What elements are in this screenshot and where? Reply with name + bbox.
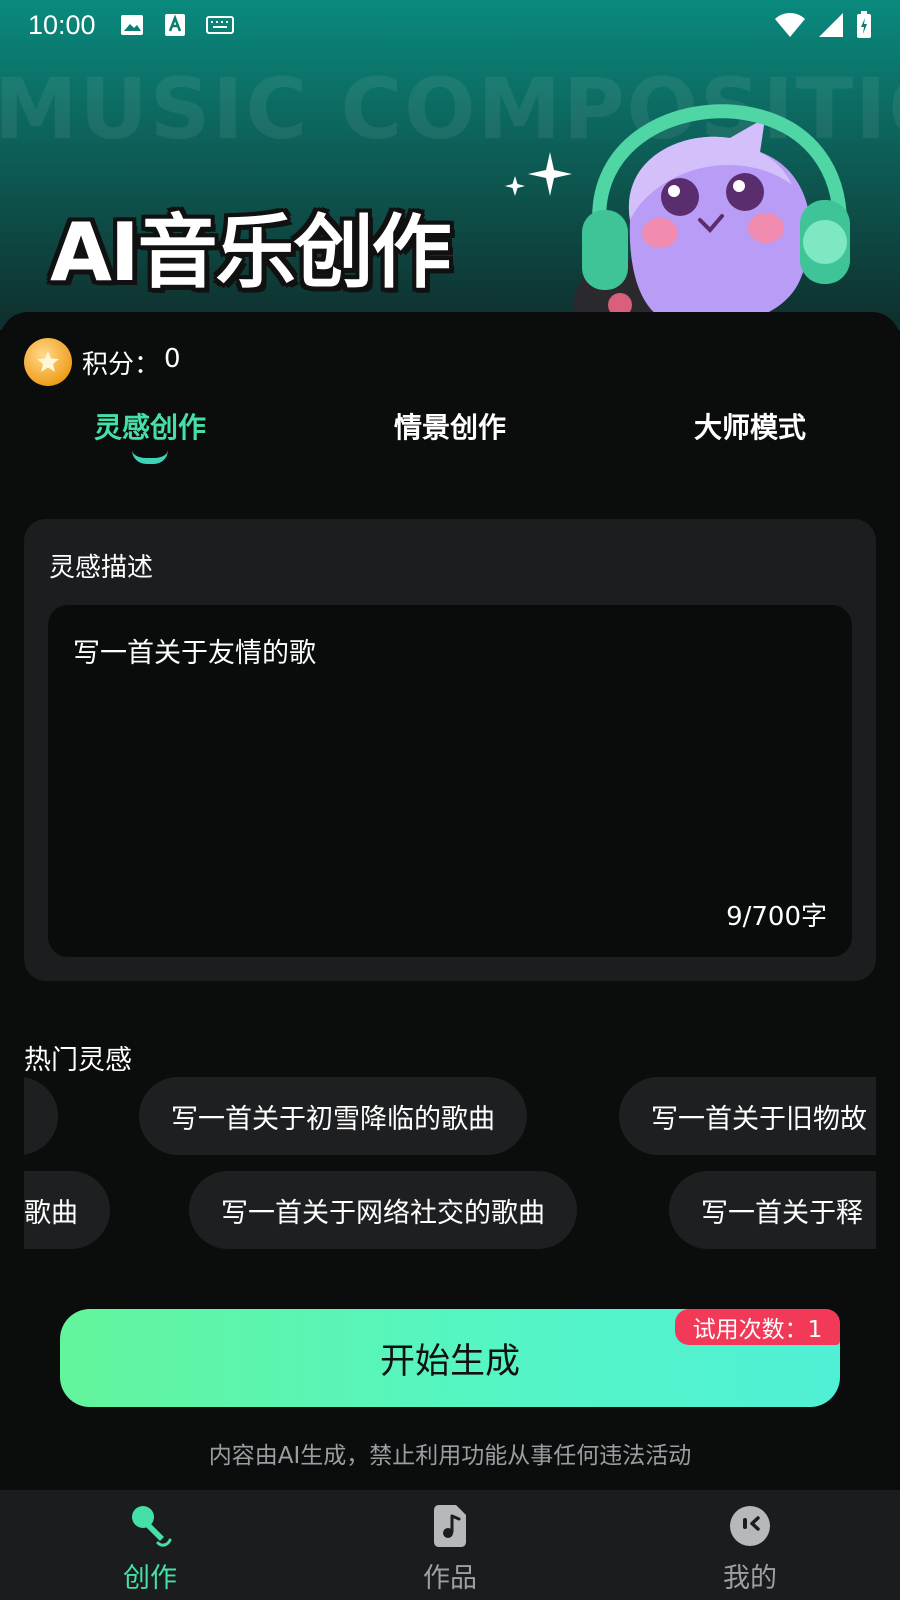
tab-inspiration-label: 灵感创作 xyxy=(93,411,206,444)
hero-title: AI音乐创作 xyxy=(50,206,452,299)
tab-inspiration[interactable]: 灵感创作 xyxy=(0,402,300,472)
character-count: 9/700字 xyxy=(726,902,827,932)
nav-works[interactable]: 作品 xyxy=(300,1490,600,1600)
active-tab-indicator xyxy=(132,450,168,464)
main-panel: 积分： 0 灵感创作 情景创作 大师模式 灵感描述 写一首关于友情的歌 9/70… xyxy=(0,312,900,1492)
hot-inspiration-title: 热门灵感 xyxy=(24,1045,132,1076)
inspiration-text: 写一首关于友情的歌 xyxy=(73,638,316,669)
music-note-icon xyxy=(434,1505,466,1547)
hot-chip-partial[interactable] xyxy=(24,1077,58,1155)
hot-chip-row-1: 写一首关于初雪降临的歌曲 写一首关于旧物故 xyxy=(24,1077,876,1155)
hot-chip[interactable]: 写一首关于释 xyxy=(669,1171,876,1249)
inspiration-card: 灵感描述 写一首关于友情的歌 9/700字 xyxy=(24,519,876,981)
ai-disclaimer: 内容由AI生成，禁止利用功能从事任何违法活动 xyxy=(208,1443,692,1469)
points-display: 积分： 0 xyxy=(24,338,181,386)
wifi-icon xyxy=(775,13,805,37)
tab-scenario[interactable]: 情景创作 xyxy=(300,402,600,472)
hot-chip[interactable]: 写一首关于初雪降临的歌曲 xyxy=(139,1077,527,1155)
status-bar: 10:00 xyxy=(0,0,900,50)
nav-mine-label: 我的 xyxy=(723,1563,777,1594)
inspiration-label: 灵感描述 xyxy=(49,553,154,583)
hot-chip[interactable]: 写一首关于旧物故 xyxy=(619,1077,876,1155)
hot-chip[interactable]: 写一首关于网络社交的歌曲 xyxy=(189,1171,577,1249)
nav-create-label: 创作 xyxy=(123,1563,177,1594)
inspiration-input[interactable]: 写一首关于友情的歌 9/700字 xyxy=(48,605,852,957)
trial-count-badge: 试用次数：1 xyxy=(675,1309,840,1345)
nav-works-label: 作品 xyxy=(423,1563,477,1594)
tab-master-label: 大师模式 xyxy=(693,411,806,444)
coin-icon xyxy=(24,338,72,386)
nav-mine[interactable]: 我的 xyxy=(600,1490,900,1600)
battery-icon xyxy=(857,11,871,38)
profile-face-icon xyxy=(730,1506,770,1546)
tab-master[interactable]: 大师模式 xyxy=(600,402,900,472)
hot-chip-row-2: 歌曲 写一首关于网络社交的歌曲 写一首关于释 xyxy=(24,1171,876,1249)
tab-scenario-label: 情景创作 xyxy=(393,411,506,444)
image-icon xyxy=(120,15,143,35)
points-value: 0 xyxy=(164,343,181,374)
bottom-nav: 创作 作品 我的 xyxy=(0,1490,900,1600)
microphone-icon xyxy=(132,1506,172,1547)
signal-icon xyxy=(819,13,843,37)
mode-tabs: 灵感创作 情景创作 大师模式 xyxy=(0,402,900,472)
hot-chip[interactable]: 歌曲 xyxy=(24,1171,110,1249)
mascot-illustration xyxy=(574,104,850,330)
status-time: 10:00 xyxy=(28,9,96,40)
points-label: 积分： xyxy=(82,349,161,380)
nav-create[interactable]: 创作 xyxy=(0,1490,300,1600)
text-icon xyxy=(164,14,185,36)
keyboard-icon xyxy=(205,16,234,34)
